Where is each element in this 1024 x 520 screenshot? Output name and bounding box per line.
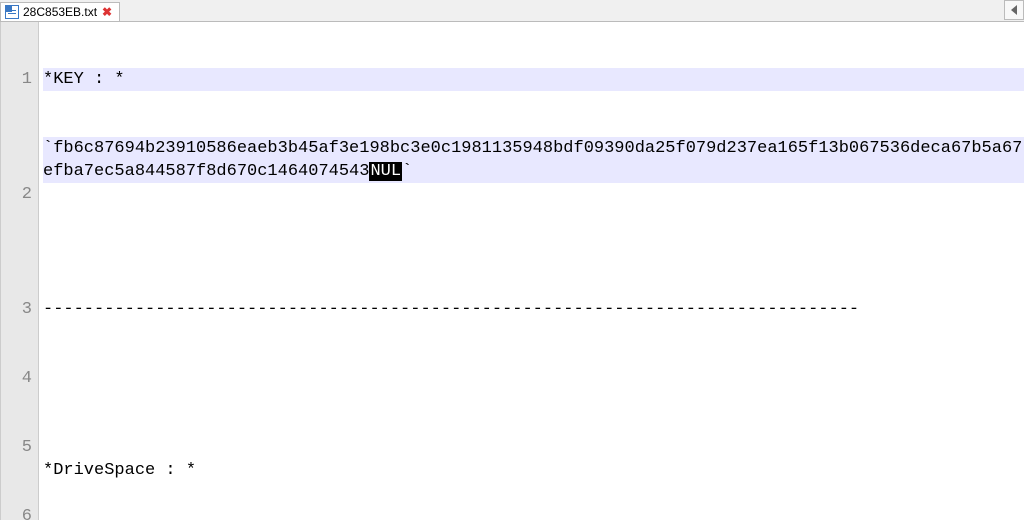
file-tab-label: 28C853EB.txt <box>23 5 97 19</box>
line-number: 3 <box>1 298 32 321</box>
text-line: `fb6c87694b23910586eaeb3b45af3e198bc3e0c… <box>43 137 1024 183</box>
text-line: *KEY : * <box>43 68 1024 91</box>
text-line: *DriveSpace : * <box>43 459 1024 482</box>
text-editor[interactable]: 1 2 3 4 5 6 7 8 9 10 11 12 13 14 15 *KEY… <box>0 22 1024 520</box>
line-number: 4 <box>1 367 32 390</box>
file-icon <box>5 5 19 19</box>
text-line <box>43 390 1024 413</box>
line-number: 1 <box>1 68 32 137</box>
editor-content[interactable]: *KEY : * `fb6c87694b23910586eaeb3b45af3e… <box>39 22 1024 520</box>
text: *KEY : * <box>43 70 125 89</box>
nul-marker: NUL <box>369 162 402 181</box>
line-number: 2 <box>1 183 32 252</box>
text: `fb6c87694b23910586eaeb3b45af3e198bc3e0c… <box>43 139 1022 181</box>
text: ` <box>402 162 412 181</box>
file-tab[interactable]: 28C853EB.txt ✖ <box>0 2 120 21</box>
tab-scroll-left-button[interactable] <box>1004 0 1024 20</box>
close-icon[interactable]: ✖ <box>101 6 113 18</box>
text-line: ----------------------------------------… <box>43 298 1024 344</box>
text-line <box>43 229 1024 252</box>
line-number-gutter: 1 2 3 4 5 6 7 8 9 10 11 12 13 14 15 <box>0 22 39 520</box>
tab-bar: 28C853EB.txt ✖ <box>0 0 1024 22</box>
line-number: 5 <box>1 436 32 459</box>
line-number: 6 <box>1 505 32 520</box>
